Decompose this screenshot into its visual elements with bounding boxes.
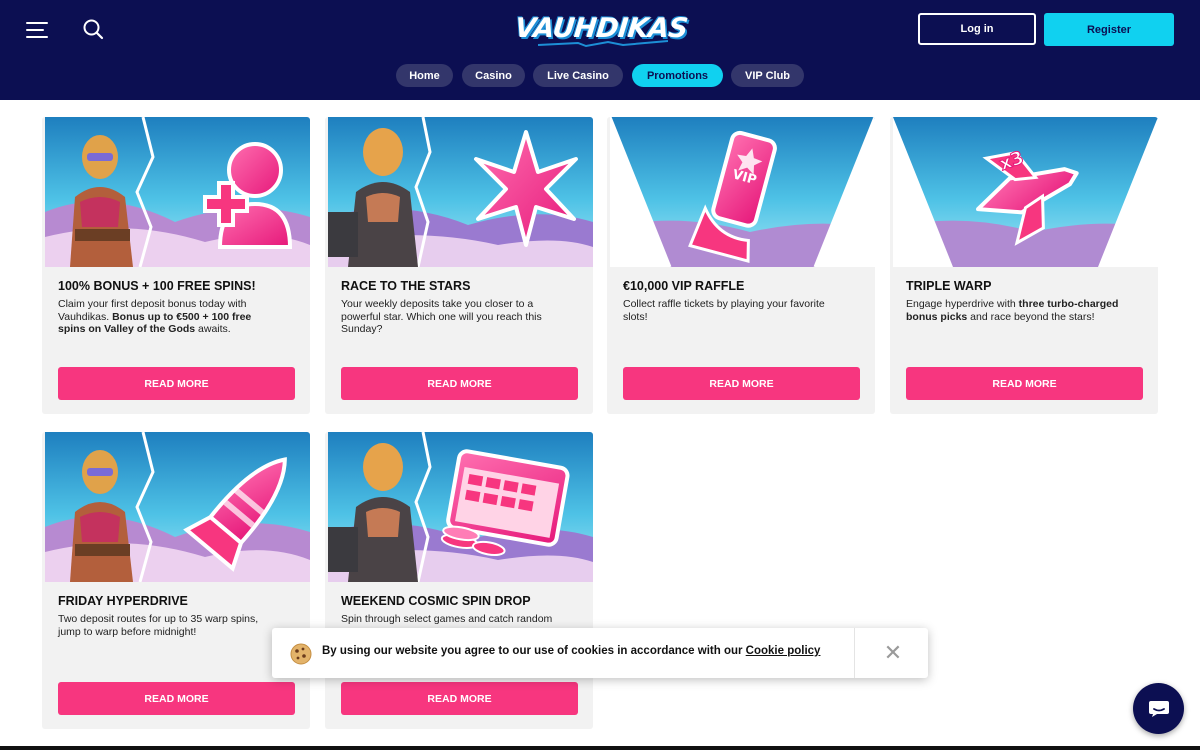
promo-image xyxy=(45,432,310,582)
nav-casino[interactable]: Casino xyxy=(462,64,525,87)
cookie-policy-link[interactable]: Cookie policy xyxy=(746,645,821,657)
chat-icon xyxy=(1148,700,1169,717)
site-header: VAUHDIKAS Log in Register Home Casino Li… xyxy=(0,0,1200,100)
search-icon[interactable] xyxy=(82,18,104,40)
read-more-button[interactable]: READ MORE xyxy=(341,682,578,715)
promo-card: x3 TRIPLE WARP Engage hyperdrive with th… xyxy=(890,117,1158,414)
register-button[interactable]: Register xyxy=(1044,13,1174,46)
promo-description: Two deposit routes for up to 35 warp spi… xyxy=(58,613,259,638)
promo-image xyxy=(328,432,593,582)
nav-home[interactable]: Home xyxy=(396,64,453,87)
read-more-button[interactable]: READ MORE xyxy=(623,367,860,400)
read-more-button[interactable]: READ MORE xyxy=(58,682,295,715)
promo-description: Your weekly deposits take you closer to … xyxy=(341,298,542,335)
lightning-streak-icon xyxy=(538,40,668,48)
nav-promotions[interactable]: Promotions xyxy=(632,64,723,87)
main-nav: Home Casino Live Casino Promotions VIP C… xyxy=(0,64,1200,88)
promo-description: Spin through select games and catch rand… xyxy=(341,613,553,625)
promo-title: RACE TO THE STARS xyxy=(341,279,471,293)
promo-description: Collect raffle tickets by playing your f… xyxy=(623,298,825,323)
menu-icon[interactable] xyxy=(26,20,48,38)
read-more-button[interactable]: READ MORE xyxy=(906,367,1143,400)
close-icon[interactable]: ✕ xyxy=(882,642,904,664)
login-button[interactable]: Log in xyxy=(918,13,1036,45)
promo-image: x3 xyxy=(893,117,1158,267)
promo-description: Claim your first deposit bonus today wit… xyxy=(58,298,252,335)
promo-card: WEEKEND COSMIC SPIN DROP Spin through se… xyxy=(325,432,593,729)
nav-live-casino[interactable]: Live Casino xyxy=(533,64,623,87)
promo-description: Engage hyperdrive with three turbo-charg… xyxy=(906,298,1119,323)
cookie-message: By using our website you agree to our us… xyxy=(322,645,821,657)
promo-image: VIP xyxy=(610,117,875,267)
promo-title: WEEKEND COSMIC SPIN DROP xyxy=(341,594,531,608)
promo-title: FRIDAY HYPERDRIVE xyxy=(58,594,188,608)
promo-card: VIP €10,000 VIP RAFFLE Collect raffle ti… xyxy=(607,117,875,414)
nav-vip-club[interactable]: VIP Club xyxy=(731,64,804,87)
promo-title: TRIPLE WARP xyxy=(906,279,992,293)
read-more-button[interactable]: READ MORE xyxy=(341,367,578,400)
promo-title: €10,000 VIP RAFFLE xyxy=(623,279,745,293)
chat-button[interactable] xyxy=(1133,683,1184,734)
promo-card: RACE TO THE STARS Your weekly deposits t… xyxy=(325,117,593,414)
logo-text: VAUHDIKAS xyxy=(513,12,689,44)
footer-bar xyxy=(0,746,1200,750)
promo-card: 100% BONUS + 100 FREE SPINS! Claim your … xyxy=(42,117,310,414)
promo-title: 100% BONUS + 100 FREE SPINS! xyxy=(58,279,256,293)
cookie-icon xyxy=(290,643,312,665)
promo-card: FRIDAY HYPERDRIVE Two deposit routes for… xyxy=(42,432,310,729)
promo-image xyxy=(328,117,593,267)
cookie-banner: By using our website you agree to our us… xyxy=(272,628,928,678)
read-more-button[interactable]: READ MORE xyxy=(58,367,295,400)
cookie-divider xyxy=(854,628,855,678)
promo-image xyxy=(45,117,310,267)
vauhdikas-logo[interactable]: VAUHDIKAS xyxy=(513,6,689,50)
